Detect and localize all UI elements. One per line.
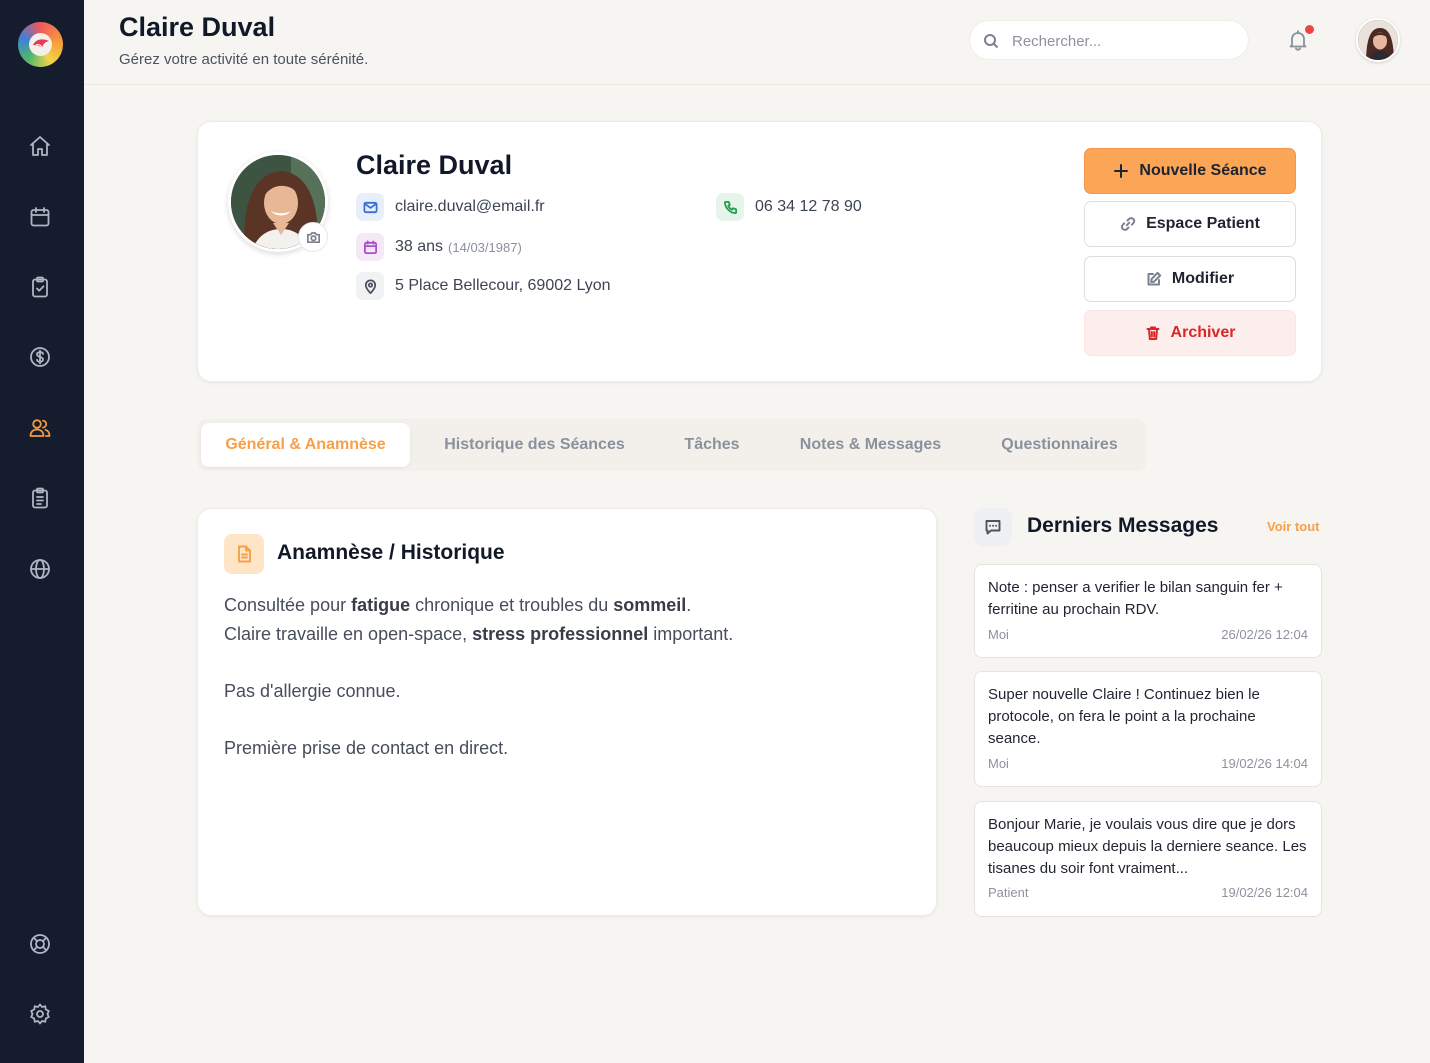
tab-session-history[interactable]: Historique des Séances	[422, 423, 647, 467]
home-icon	[30, 136, 50, 156]
patient-birthdate: (14/03/1987)	[448, 239, 522, 255]
archive-button[interactable]: Archiver	[1084, 310, 1296, 356]
message-author: Patient	[988, 885, 1029, 900]
patient-space-button[interactable]: Espace Patient	[1084, 201, 1296, 247]
anamnese-line-1: Consultée pour fatigue chronique et trou…	[224, 595, 692, 615]
mail-icon	[363, 201, 377, 213]
dollar-icon	[30, 347, 50, 367]
document-icon-wrap	[224, 534, 264, 574]
nav-tasks[interactable]	[28, 275, 52, 299]
globe-icon	[30, 559, 50, 579]
nav-website[interactable]	[28, 557, 52, 581]
profile-tabs: Général & Anamnèse Historique des Séance…	[197, 419, 1147, 471]
nav-patients[interactable]	[28, 416, 52, 440]
change-photo-button[interactable]	[298, 222, 328, 252]
patient-age: 38 ans	[395, 238, 444, 255]
email-icon-wrap	[356, 193, 384, 221]
profile-card: Claire Duval claire.duval@email.fr 06 34…	[197, 121, 1322, 382]
message-text: Note : penser a verifier le bilan sangui…	[988, 579, 1283, 618]
lifebuoy-icon	[30, 934, 50, 954]
tab-tasks[interactable]: Tâches	[659, 423, 765, 467]
message-author: Moi	[988, 756, 1009, 771]
search-icon	[984, 34, 999, 49]
edit-icon	[1147, 271, 1162, 286]
message-text: Super nouvelle Claire ! Continuez bien l…	[988, 686, 1260, 747]
nav-calendar[interactable]	[28, 205, 52, 229]
anamnese-line-2: Claire travaille en open-space, stress p…	[224, 624, 734, 644]
document-icon	[238, 545, 251, 563]
patient-address: 5 Place Bellecour, 69002 Lyon	[395, 277, 611, 294]
phone-icon	[723, 200, 737, 214]
messages-icon-wrap	[974, 508, 1012, 546]
patient-email[interactable]: claire.duval@email.fr	[395, 198, 545, 216]
phone-row: 06 34 12 78 90	[716, 193, 862, 221]
anamnese-line-4: Première prise de contact en direct.	[224, 738, 509, 758]
message-item[interactable]: Super nouvelle Claire ! Continuez bien l…	[974, 671, 1322, 787]
anamnese-line-3: Pas d'allergie connue.	[224, 681, 401, 701]
address-icon-wrap	[356, 272, 384, 300]
calendar-icon	[363, 240, 377, 254]
anamnese-title: Anamnèse / Historique	[277, 541, 505, 564]
message-date: 19/02/26 14:04	[1221, 756, 1308, 771]
user-avatar-image	[1358, 20, 1398, 60]
tab-questionnaires[interactable]: Questionnaires	[976, 423, 1143, 467]
search-box[interactable]	[969, 20, 1249, 60]
calendar-icon	[30, 207, 50, 227]
message-author: Moi	[988, 627, 1009, 642]
nav-support[interactable]	[28, 932, 52, 956]
message-item[interactable]: Bonjour Marie, je voulais vous dire que …	[974, 801, 1322, 917]
anamnese-card: Anamnèse / Historique Consultée pour fat…	[197, 508, 937, 916]
plus-icon	[1114, 164, 1129, 178]
trash-icon	[1146, 326, 1160, 340]
page-subtitle: Gérez votre activité en toute sérénité.	[119, 51, 369, 68]
new-session-button[interactable]: Nouvelle Séance	[1084, 148, 1296, 194]
message-item[interactable]: Note : penser a verifier le bilan sangui…	[974, 564, 1322, 658]
age-row: 38 ans (14/03/1987)	[356, 233, 522, 261]
user-avatar[interactable]	[1356, 18, 1400, 62]
email-row: claire.duval@email.fr	[356, 193, 545, 221]
clipboard-list-icon	[32, 487, 48, 509]
archive-label: Archiver	[1170, 324, 1236, 341]
page-title: Claire Duval	[119, 12, 276, 42]
message-icon	[985, 520, 1001, 535]
messages-title: Derniers Messages	[1027, 514, 1219, 537]
users-icon	[29, 419, 51, 437]
edit-button[interactable]: Modifier	[1084, 256, 1296, 302]
message-date: 26/02/26 12:04	[1221, 627, 1308, 642]
birthday-icon-wrap	[356, 233, 384, 261]
bird-logo-icon	[33, 39, 49, 49]
patient-space-label: Espace Patient	[1146, 215, 1260, 232]
message-date: 19/02/26 12:04	[1221, 885, 1308, 900]
sidebar	[0, 0, 84, 1063]
app-logo[interactable]	[18, 22, 63, 67]
tab-notes-messages[interactable]: Notes & Messages	[777, 423, 964, 467]
top-header: Claire Duval Gérez votre activité en tou…	[84, 0, 1430, 85]
notification-badge	[1305, 25, 1314, 34]
patient-name: Claire Duval	[356, 150, 513, 180]
search-input[interactable]	[1012, 30, 1232, 52]
settings-icon	[30, 1003, 50, 1025]
patient-phone[interactable]: 06 34 12 78 90	[755, 198, 862, 216]
nav-finance[interactable]	[28, 345, 52, 369]
clipboard-check-icon	[32, 276, 48, 298]
nav-home[interactable]	[28, 134, 52, 158]
nav-questionnaires[interactable]	[28, 486, 52, 510]
phone-icon-wrap	[716, 193, 744, 221]
nav-settings[interactable]	[28, 1002, 52, 1026]
address-row: 5 Place Bellecour, 69002 Lyon	[356, 272, 611, 300]
map-pin-icon	[364, 279, 376, 294]
edit-label: Modifier	[1171, 270, 1235, 287]
tab-general-anamnese[interactable]: Général & Anamnèse	[201, 423, 410, 467]
message-text: Bonjour Marie, je voulais vous dire que …	[988, 816, 1307, 877]
link-icon	[1120, 217, 1136, 231]
new-session-label: Nouvelle Séance	[1139, 162, 1267, 179]
see-all-messages-link[interactable]: Voir tout	[1267, 519, 1319, 534]
camera-icon	[307, 232, 320, 244]
